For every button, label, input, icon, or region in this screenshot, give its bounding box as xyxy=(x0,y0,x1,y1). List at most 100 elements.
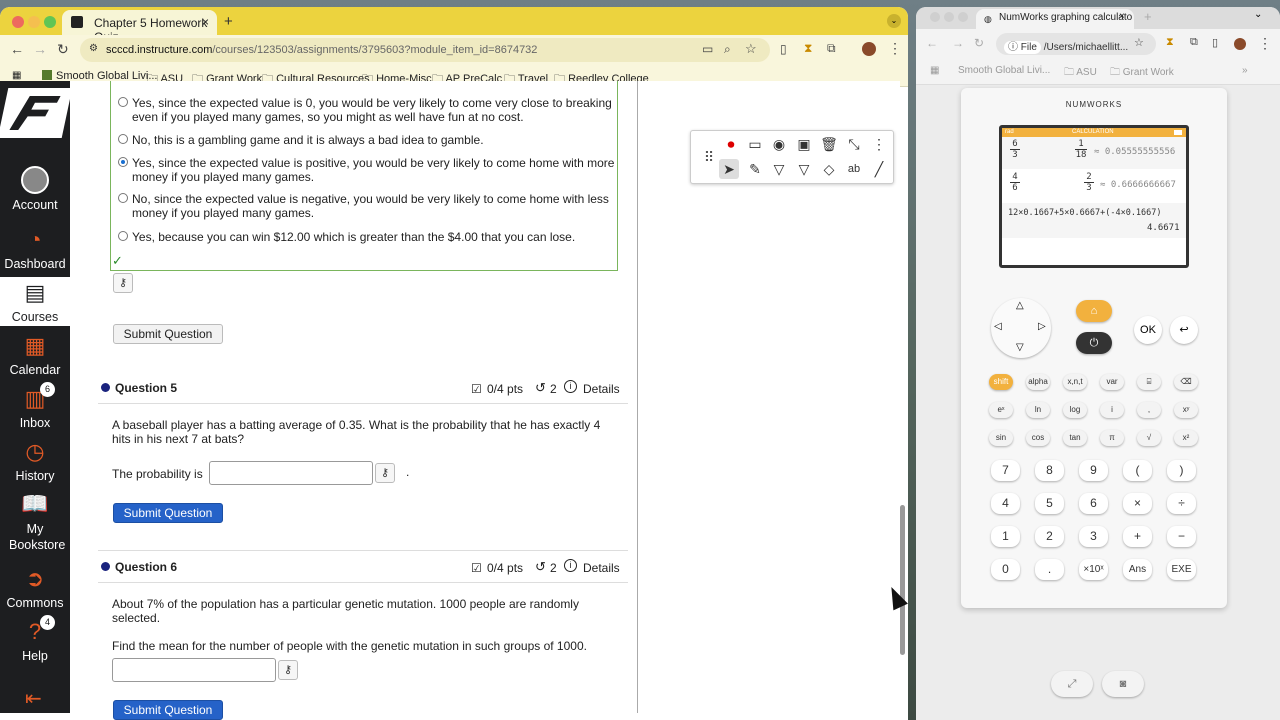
q4-radio-4[interactable] xyxy=(118,193,128,203)
left-arrow-icon[interactable]: ◁ xyxy=(994,321,1002,332)
power-button[interactable]: ⏻ xyxy=(1076,332,1112,354)
minimize-window-button[interactable] xyxy=(28,16,40,28)
tab-numworks[interactable]: ◍ NumWorks graphing calculato × xyxy=(976,9,1134,29)
home-button[interactable]: ⌂ xyxy=(1076,300,1112,322)
q4-option-2[interactable]: No, this is a gambling game and it is al… xyxy=(118,133,622,147)
nav-calendar[interactable]: ▦ Calendar xyxy=(0,333,70,377)
q4-radio-3[interactable] xyxy=(118,157,128,167)
q5-answer-input[interactable] xyxy=(209,461,373,485)
timer-extension-icon[interactable]: ⧗ xyxy=(804,41,812,56)
highlighter-tool-icon[interactable]: ▽ xyxy=(769,159,789,179)
sidepanel-icon-2[interactable]: ▯ xyxy=(1212,36,1218,49)
nav-courses[interactable]: ▤ Courses xyxy=(0,277,70,326)
maximize-window-button-2[interactable] xyxy=(958,12,968,22)
nav-commons[interactable]: ➲ Commons xyxy=(0,566,70,610)
new-tab-icon-2[interactable]: + xyxy=(1144,9,1152,24)
address-bar-2[interactable]: ⓘ File /Users/michaellitt... xyxy=(996,33,1156,55)
eye-icon[interactable]: ◉ xyxy=(769,134,789,154)
q5-info-icon[interactable]: i xyxy=(564,380,577,393)
forward-icon-2[interactable]: → xyxy=(952,36,964,50)
q4-submit-button[interactable]: Submit Question xyxy=(113,324,223,344)
close-tab-icon-2[interactable]: × xyxy=(1119,11,1125,22)
apps-grid-icon[interactable]: ▦ xyxy=(12,70,21,81)
bookmark-star-icon[interactable]: ☆ xyxy=(745,41,757,57)
back-button[interactable]: ↩ xyxy=(1170,316,1198,344)
nav-account[interactable]: Account xyxy=(0,166,70,212)
q4-key-button[interactable]: ⚷ xyxy=(113,273,133,293)
minimize-window-button-2[interactable] xyxy=(944,12,954,22)
record-icon[interactable]: ⏺ xyxy=(721,134,741,154)
q4-radio-5[interactable] xyxy=(118,231,128,241)
down-arrow-icon[interactable]: ▽ xyxy=(1016,342,1024,353)
q4-option-4[interactable]: No, since the expected value is negative… xyxy=(118,192,622,220)
line-tool-icon[interactable]: ╱ xyxy=(869,159,889,179)
timer-extension-icon-2[interactable]: ⧗ xyxy=(1166,36,1174,49)
tab-list-icon[interactable]: ⌄ xyxy=(887,14,901,28)
more-icon[interactable]: ⋮ xyxy=(869,134,889,154)
q4-option-3[interactable]: Yes, since the expected value is positiv… xyxy=(118,156,622,184)
close-window-button-2[interactable] xyxy=(930,12,940,22)
site-info-icon[interactable]: ⚙ xyxy=(89,43,98,54)
pointer-tool-icon[interactable]: ➤ xyxy=(719,159,739,179)
apps-grid-icon-2[interactable]: ▦ xyxy=(930,65,939,76)
q5-key-button[interactable]: ⚷ xyxy=(375,463,395,483)
reload-icon-2[interactable]: ↻ xyxy=(974,36,984,50)
bookmark-grant-2[interactable]: 🗀 Grant Work xyxy=(1110,65,1174,82)
menu-dots-icon-2[interactable]: ⋮ xyxy=(1258,35,1272,52)
extensions-icon-2[interactable]: ⧉ xyxy=(1190,36,1198,49)
q6-info-icon[interactable]: i xyxy=(564,559,577,572)
close-tab-icon[interactable]: × xyxy=(202,15,209,29)
q5-details-link[interactable]: Details xyxy=(583,382,620,396)
profile-avatar[interactable] xyxy=(862,42,876,56)
fullscreen-button[interactable]: ⤢ xyxy=(1051,671,1093,697)
q5-submit-button[interactable]: Submit Question xyxy=(113,503,223,523)
close-window-button[interactable] xyxy=(12,16,24,28)
more-bookmarks-icon[interactable]: » xyxy=(1242,65,1248,76)
forward-icon[interactable]: → xyxy=(33,41,47,57)
page-scrollbar[interactable] xyxy=(900,505,905,655)
q6-submit-button[interactable]: Submit Question xyxy=(113,700,223,720)
back-icon[interactable]: ← xyxy=(10,41,24,57)
drag-handle-icon[interactable]: ⠿ xyxy=(699,147,719,167)
menu-dots-icon[interactable]: ⋮ xyxy=(888,40,902,57)
pen-tool-icon[interactable]: ✎ xyxy=(745,159,765,179)
eraser-tool-icon[interactable]: ◇ xyxy=(819,159,839,179)
extensions-puzzle-icon[interactable]: ⧉ xyxy=(827,41,836,56)
back-icon-2[interactable]: ← xyxy=(926,36,938,50)
nav-history[interactable]: ◷ History xyxy=(0,439,70,483)
q4-radio-2[interactable] xyxy=(118,134,128,144)
save-icon[interactable]: ▣ xyxy=(794,134,814,154)
video-icon[interactable]: ▭ xyxy=(745,134,765,154)
maximize-window-button[interactable] xyxy=(44,16,56,28)
q4-radio-1[interactable] xyxy=(118,97,128,107)
marker-tool-icon[interactable]: ▽ xyxy=(794,159,814,179)
collapse-nav-icon[interactable]: ⇤ xyxy=(25,686,42,711)
q6-key-button[interactable]: ⚷ xyxy=(278,660,298,680)
install-icon[interactable]: ▭ xyxy=(702,42,713,56)
reload-icon[interactable]: ↻ xyxy=(57,41,69,58)
trash-icon[interactable]: 🗑 xyxy=(819,134,839,154)
tab-homework-quiz[interactable]: Chapter 5 Homework Quiz × xyxy=(62,10,217,44)
address-bar[interactable]: ⚙ scccd.instructure.com/courses/123503/a… xyxy=(80,38,770,62)
nav-bookstore[interactable]: 📖 My Bookstore xyxy=(0,491,70,553)
text-tool-icon[interactable]: ab xyxy=(844,159,864,179)
ok-button[interactable]: OK xyxy=(1134,316,1162,344)
bookmark-star-icon-2[interactable]: ☆ xyxy=(1134,36,1144,49)
up-arrow-icon[interactable]: △ xyxy=(1016,300,1024,311)
extension-icon[interactable]: ▯ xyxy=(780,42,787,56)
zoom-icon[interactable]: ⌕ xyxy=(724,42,731,57)
nav-dashboard[interactable]: ◔ Dashboard xyxy=(0,227,70,271)
bookmark-asu-2[interactable]: 🗀 ASU xyxy=(1064,65,1097,82)
school-logo[interactable] xyxy=(0,88,73,138)
profile-avatar-2[interactable] xyxy=(1234,38,1246,50)
screenshot-button[interactable]: ◙ xyxy=(1102,671,1144,697)
nav-inbox[interactable]: ▥ Inbox 6 xyxy=(0,382,70,430)
q4-option-1[interactable]: Yes, since the expected value is 0, you … xyxy=(118,96,622,124)
tab-list-icon-2[interactable]: ⌄ xyxy=(1254,9,1262,20)
new-tab-icon[interactable]: + xyxy=(224,13,233,30)
q4-option-5[interactable]: Yes, because you can win $12.00 which is… xyxy=(118,230,622,244)
q6-details-link[interactable]: Details xyxy=(583,561,620,575)
right-arrow-icon[interactable]: ▷ xyxy=(1038,321,1046,332)
collapse-icon[interactable]: ⤡ xyxy=(844,134,864,154)
bookmark-smooth-2[interactable]: Smooth Global Livi... xyxy=(958,65,1050,76)
